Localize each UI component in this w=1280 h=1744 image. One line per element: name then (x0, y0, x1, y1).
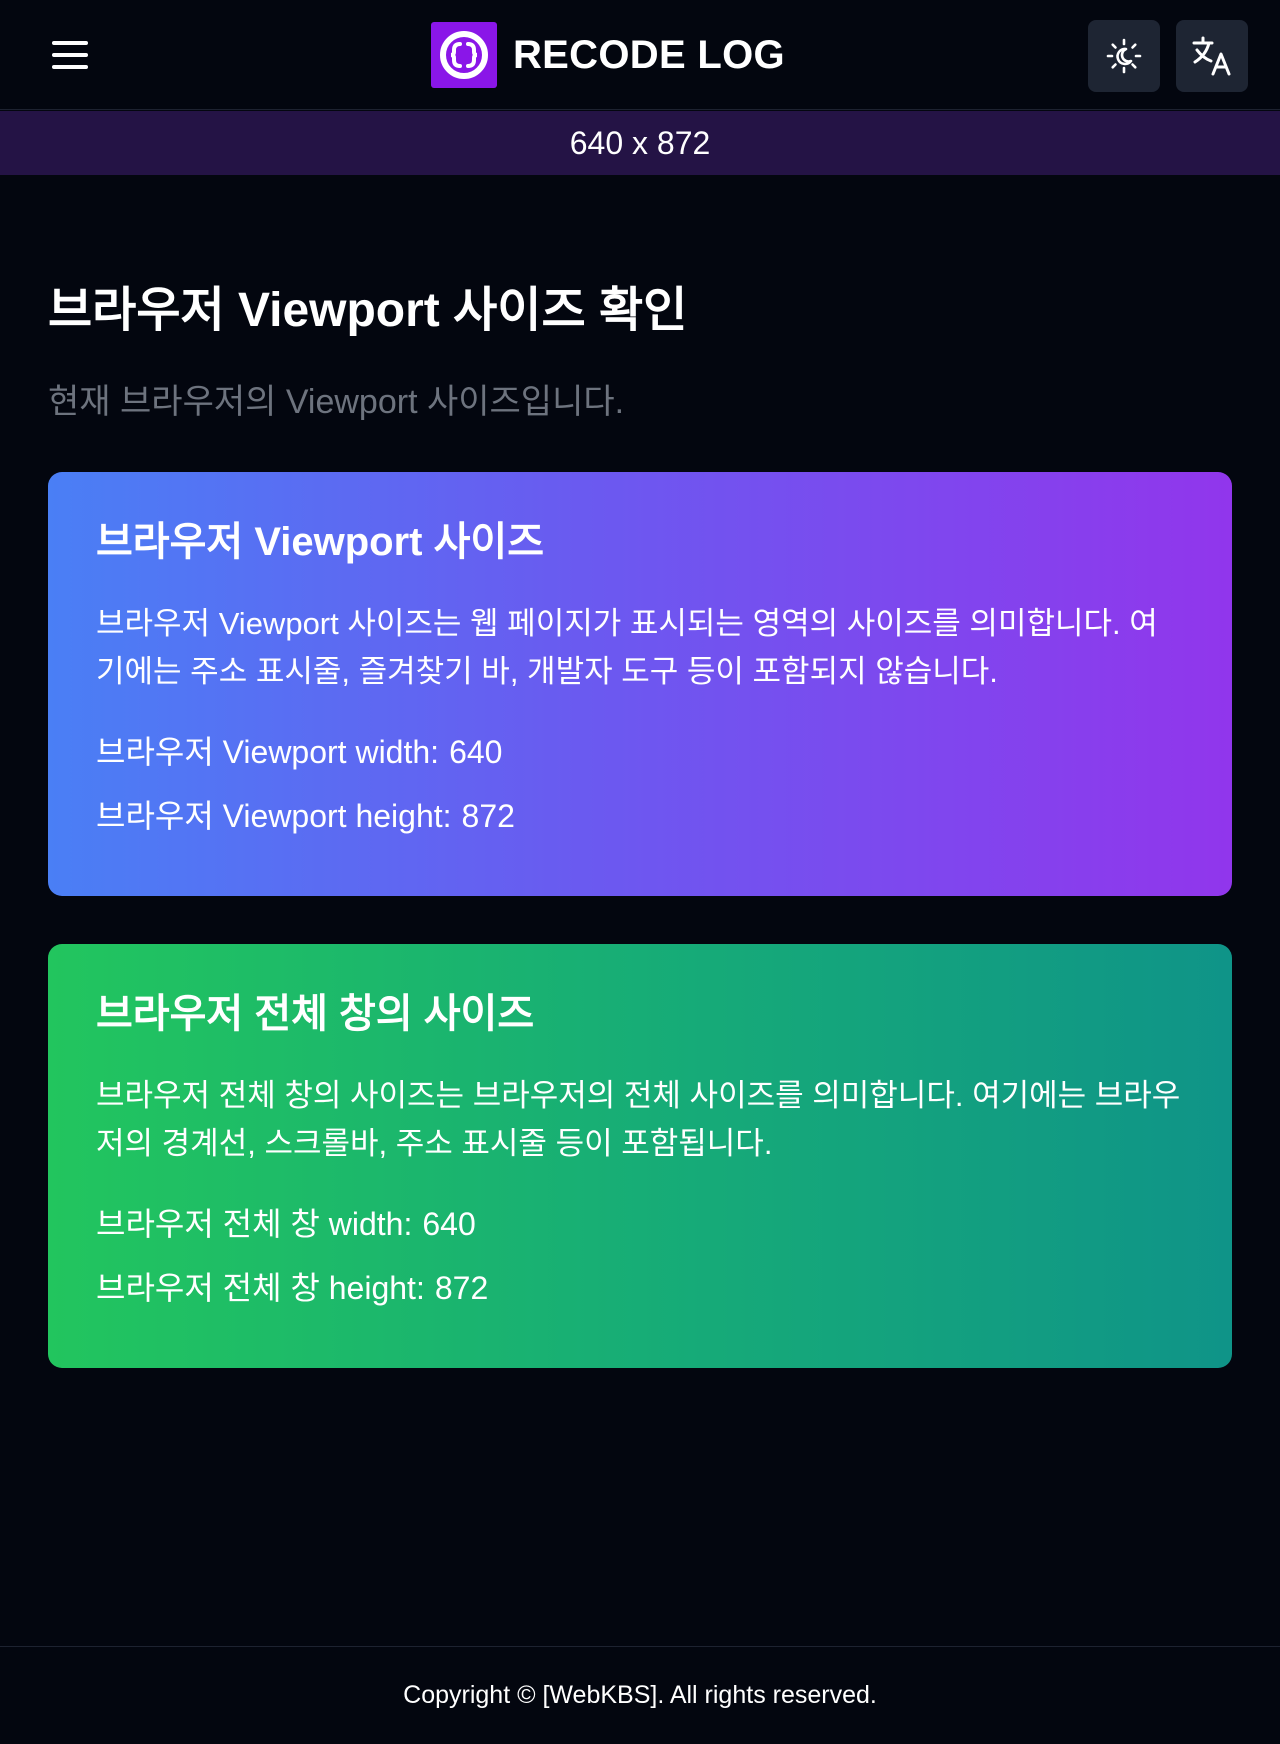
braces-logo-icon (431, 22, 497, 88)
window-width-row: 브라우저 전체 창 width: 640 (96, 1204, 1184, 1244)
copyright-text: Copyright © [WebKBS]. All rights reserve… (403, 1681, 877, 1709)
window-height-label: 브라우저 전체 창 height: (96, 1270, 425, 1306)
brand-name: RECODE LOG (513, 32, 785, 77)
viewport-card-description: 브라우저 Viewport 사이즈는 웹 페이지가 표시되는 영역의 사이즈를 … (96, 606, 1158, 689)
window-width-value: 640 (422, 1206, 476, 1242)
viewport-size-bar: 640 x 872 (0, 111, 1280, 175)
viewport-width-label: 브라우저 Viewport width: (96, 734, 440, 770)
page: RECODE LOG 640 x 872 브라우저 Viewport 사이즈 확… (0, 0, 1280, 1744)
viewport-size-card: 브라우저 Viewport 사이즈 브라우저 Viewport 사이즈는 웹 페… (48, 472, 1232, 896)
language-button[interactable] (1176, 20, 1248, 92)
viewport-width-value: 640 (449, 734, 503, 770)
viewport-height-label: 브라우저 Viewport height: (96, 798, 452, 834)
braces-logo-svg (440, 31, 488, 79)
viewport-size-text: 640 x 872 (569, 124, 711, 161)
viewport-card-title: 브라우저 Viewport 사이즈 (96, 520, 545, 564)
viewport-height-row: 브라우저 Viewport height: 872 (96, 796, 1184, 836)
translate-icon (1192, 36, 1231, 76)
brand-link[interactable]: RECODE LOG (431, 22, 785, 88)
window-card-description: 브라우저 전체 창의 사이즈는 브라우저의 전체 사이즈를 의미합니다. 여기에… (96, 1078, 1181, 1161)
sun-moon-icon (1106, 38, 1142, 74)
hamburger-menu-icon-bar (52, 65, 88, 69)
window-height-row: 브라우저 전체 창 height: 872 (96, 1268, 1184, 1308)
page-footer: Copyright © [WebKBS]. All rights reserve… (0, 1646, 1280, 1744)
theme-toggle-button[interactable] (1088, 20, 1160, 92)
hamburger-menu-icon-bar (52, 53, 88, 57)
window-height-value: 872 (434, 1270, 489, 1306)
menu-button[interactable] (48, 36, 92, 74)
top-header: RECODE LOG (0, 0, 1280, 110)
viewport-width-row: 브라우저 Viewport width: 640 (96, 732, 1184, 772)
viewport-height-value: 872 (461, 798, 515, 834)
page-subtitle: 현재 브라우저의 Viewport 사이즈입니다. (48, 383, 625, 421)
window-size-card: 브라우저 전체 창의 사이즈 브라우저 전체 창의 사이즈는 브라우저의 전체 … (48, 944, 1232, 1368)
hamburger-menu-icon (52, 41, 88, 45)
window-card-title: 브라우저 전체 창의 사이즈 (96, 992, 535, 1036)
window-width-label: 브라우저 전체 창 width: (96, 1206, 413, 1242)
page-title: 브라우저 Viewport 사이즈 확인 (48, 284, 688, 337)
